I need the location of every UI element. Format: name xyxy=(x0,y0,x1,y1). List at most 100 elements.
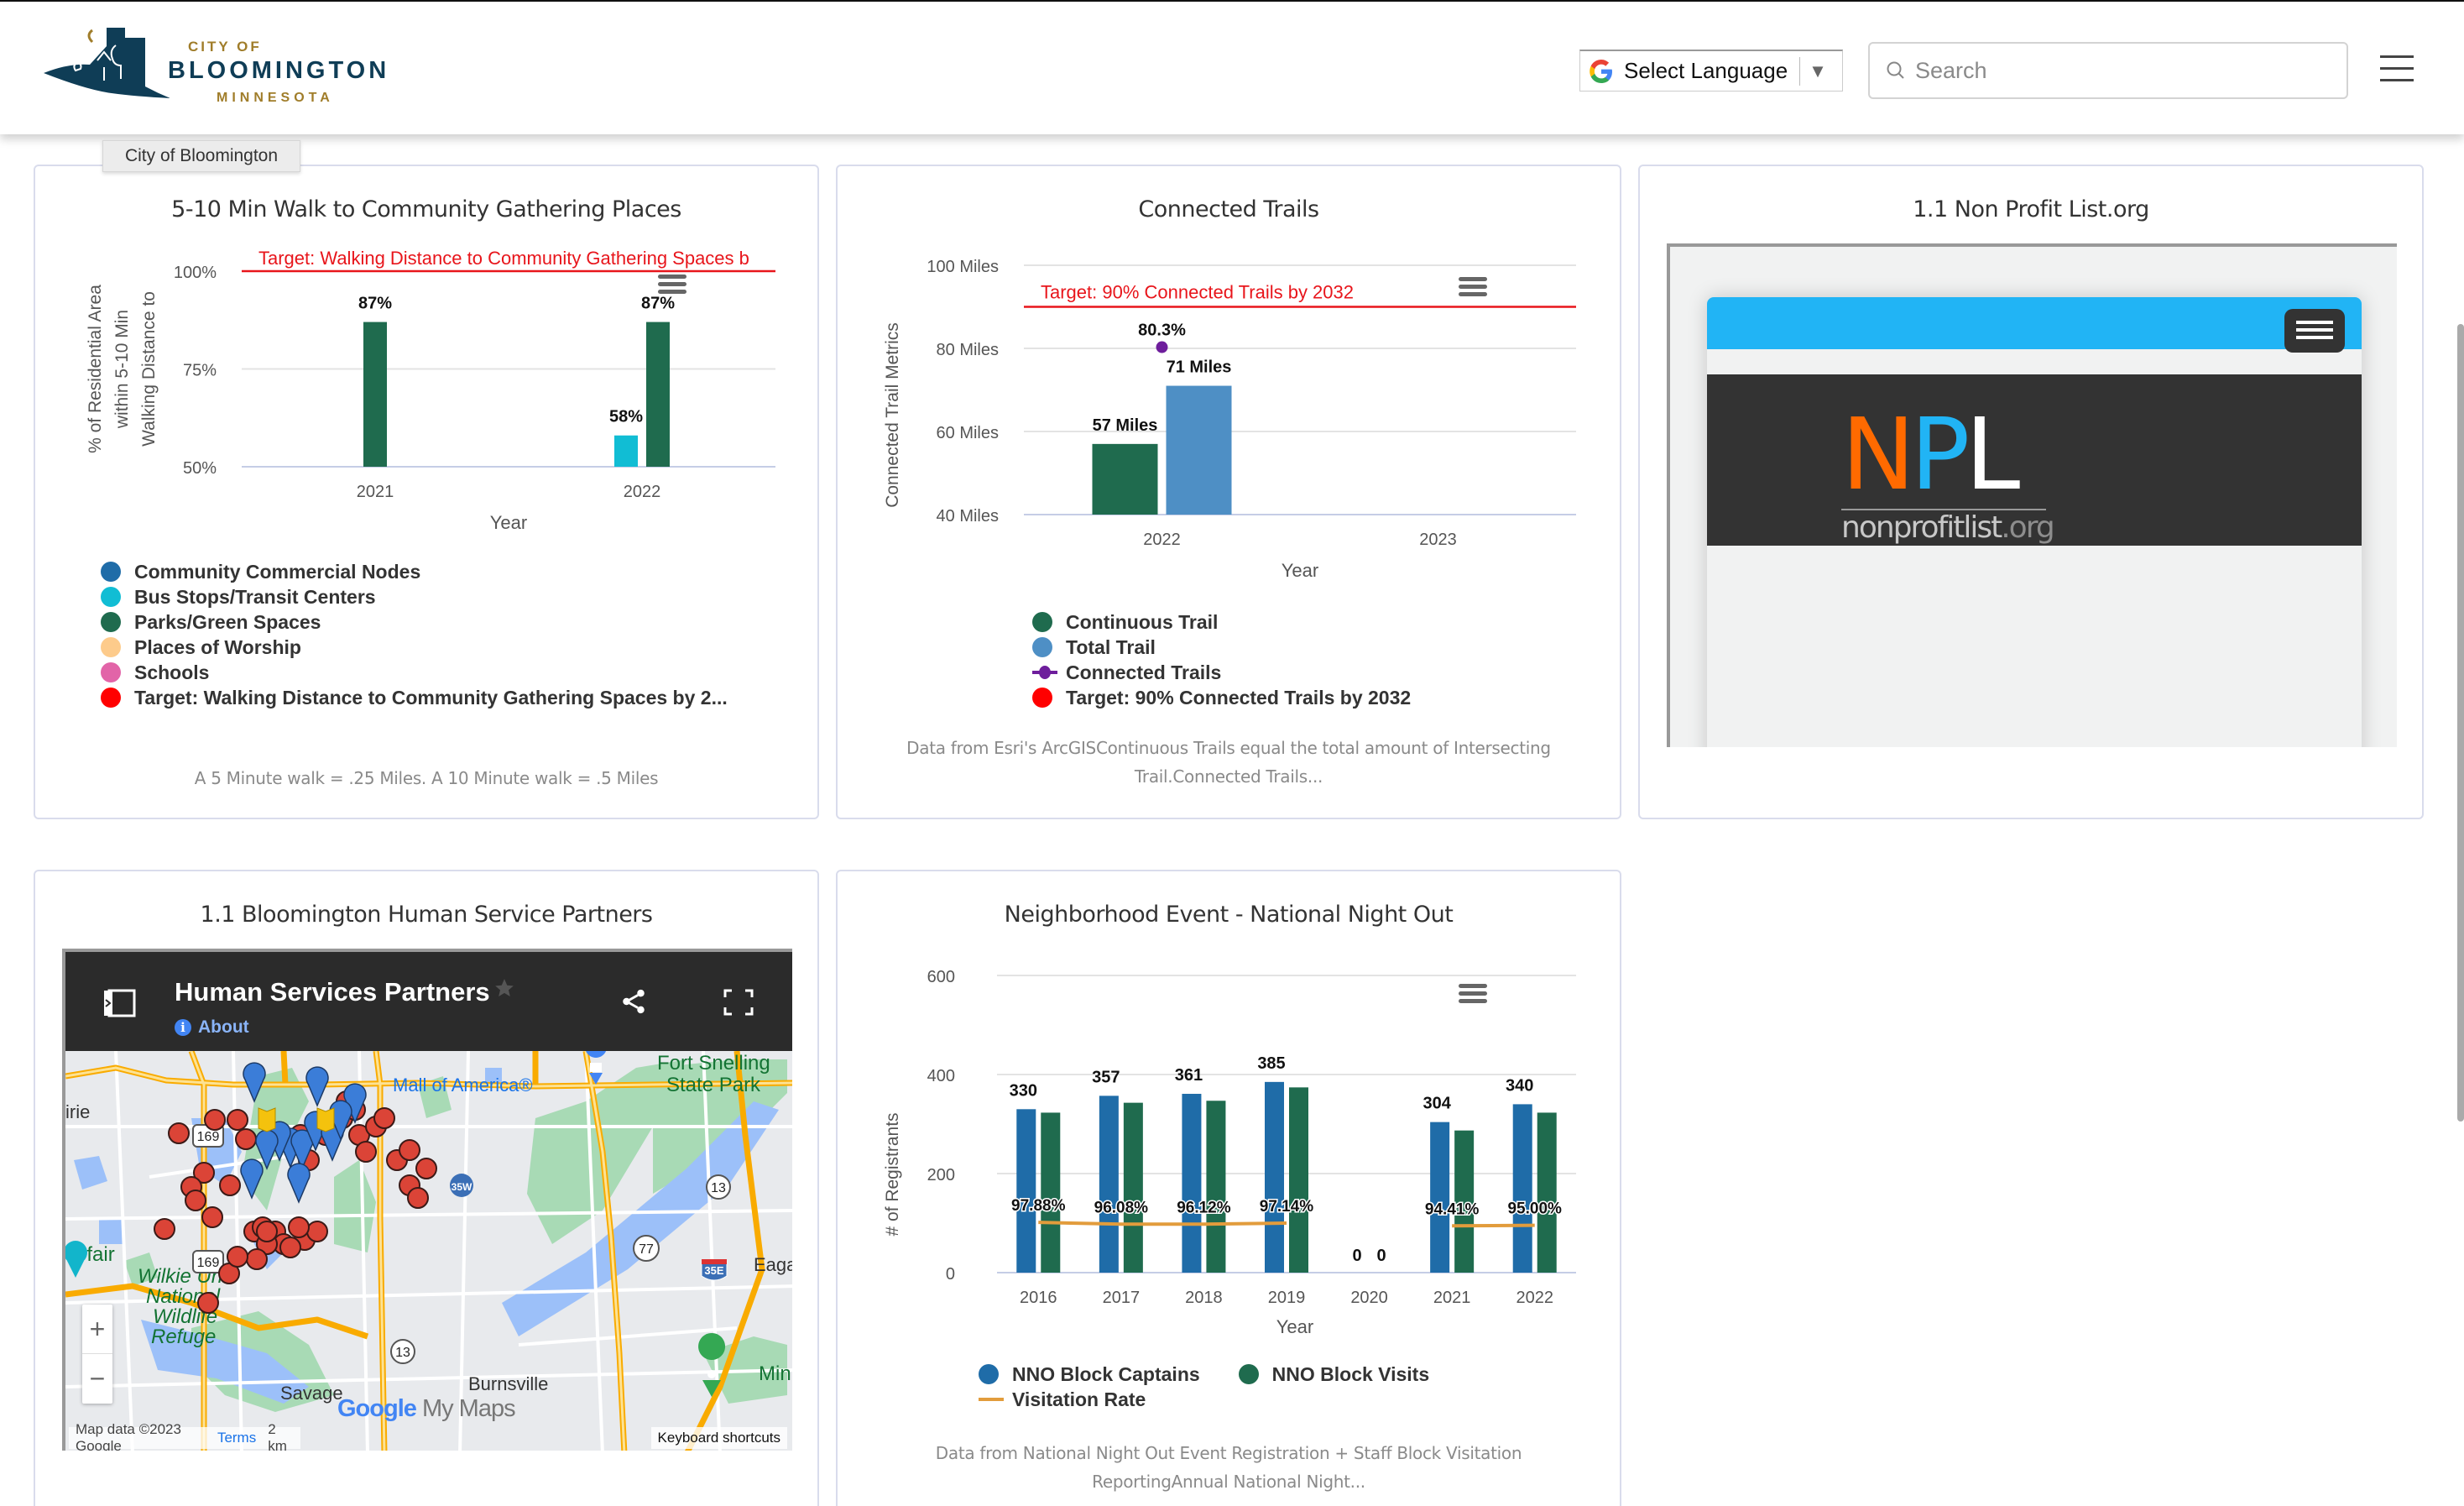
label-minnesota-valley: Minne xyxy=(759,1362,792,1385)
target-label: Target: 90% Connected Trails by 2032 xyxy=(1041,282,1354,303)
fullscreen-icon[interactable] xyxy=(723,989,754,1016)
legend-label: Target: Walking Distance to Community Ga… xyxy=(134,687,728,709)
legend-item[interactable]: Community Commercial Nodes xyxy=(101,559,728,584)
logo-tooltip: City of Bloomington xyxy=(102,140,300,172)
legend-item[interactable]: NNO Block Captains xyxy=(979,1362,1200,1387)
share-icon[interactable] xyxy=(619,987,648,1016)
y-axis-title: # of Registrants xyxy=(883,1112,902,1236)
card-footer-note: Data from National Night Out Event Regis… xyxy=(838,1439,1620,1496)
x-tick-label: 2021 xyxy=(1433,1289,1471,1307)
bar xyxy=(363,322,387,467)
logo-city-of: CITY OF xyxy=(188,39,262,55)
city-skyline-icon xyxy=(44,27,170,111)
language-select-label: Select Language xyxy=(1624,58,1788,84)
legend-item[interactable]: Places of Worship xyxy=(101,635,728,660)
legend-marker-icon xyxy=(979,1364,999,1384)
map-terms-link[interactable]: Terms xyxy=(217,1430,256,1446)
language-select[interactable]: Select Language ▼ xyxy=(1579,50,1843,92)
footer-line-1: Data from Esri's ArcGISContinuous Trails… xyxy=(838,734,1620,762)
y-axis-title: % of Residential Area xyxy=(86,285,105,453)
y-tick-label: 80 Miles xyxy=(937,341,999,359)
x-tick-label: 2023 xyxy=(1419,531,1457,549)
legend-label: Target: 90% Connected Trails by 2032 xyxy=(1066,687,1411,709)
legend-label: Total Trail xyxy=(1066,636,1156,659)
npl-logo[interactable]: NPL nonprofitlist.org xyxy=(1841,405,2054,545)
legend-label: Parks/Green Spaces xyxy=(134,611,321,634)
walk-chart-legend: Community Commercial NodesBus Stops/Tran… xyxy=(101,559,728,710)
page-scrollbar[interactable] xyxy=(2457,324,2464,1122)
map-marker-library-icon xyxy=(317,1108,334,1132)
legend-marker-icon xyxy=(1032,612,1052,632)
bar xyxy=(1124,1103,1143,1273)
y-tick-label: 40 Miles xyxy=(937,507,999,526)
legend-item[interactable]: Continuous Trail xyxy=(1032,609,1411,635)
i35e-shield-icon: 35E xyxy=(702,1259,727,1280)
legend-item[interactable]: Schools xyxy=(101,660,728,685)
city-logo[interactable]: CITY OF BLOOMINGTON MINNESOTA xyxy=(44,27,396,111)
keyboard-shortcuts-link[interactable]: Keyboard shortcuts xyxy=(651,1427,787,1449)
google-my-map-embed[interactable]: Human Services Partners i About xyxy=(62,949,792,1451)
footer-line-2: Trail.Connected Trails... xyxy=(838,762,1620,791)
x-tick-label: 2022 xyxy=(1516,1289,1553,1307)
legend-item[interactable]: Target: Walking Distance to Community Ga… xyxy=(101,685,728,710)
data-point xyxy=(1156,342,1168,353)
legend-item[interactable]: Parks/Green Spaces xyxy=(101,609,728,635)
bar xyxy=(1016,1109,1036,1273)
data-label: 87% xyxy=(358,295,392,313)
map-marker-red xyxy=(408,1188,428,1208)
target-label: Target: Walking Distance to Community Ga… xyxy=(258,248,749,269)
chart-menu-icon[interactable] xyxy=(1459,984,1487,1003)
legend-item[interactable]: Total Trail xyxy=(1032,635,1411,660)
chart-menu-icon[interactable] xyxy=(1459,277,1487,296)
dropdown-arrow-icon: ▼ xyxy=(1809,60,1827,82)
nonprofit-menu-icon[interactable] xyxy=(2284,309,2345,353)
label-fort-snelling: Fort Snelling xyxy=(657,1052,770,1075)
map-zoom-controls: + − xyxy=(82,1305,112,1404)
star-icon[interactable] xyxy=(493,977,515,999)
legend-item[interactable]: Bus Stops/Transit Centers xyxy=(101,584,728,609)
rate-label: 96.12% xyxy=(1177,1199,1231,1216)
x-tick-label: 2022 xyxy=(624,483,661,501)
label-state-park: State Park xyxy=(666,1074,761,1096)
card-connected-trails: Connected Trails 40 Miles60 Miles80 Mile… xyxy=(836,165,1621,819)
svg-text:77: 77 xyxy=(639,1242,654,1257)
card-footer-note: A 5 Minute walk = .25 Miles. A 10 Minute… xyxy=(35,764,817,792)
map-canvas[interactable]: irie Mall of America® Fort Snelling Stat… xyxy=(65,1051,792,1451)
npl-logo-p: P xyxy=(1910,396,1965,512)
legend-item[interactable]: Target: 90% Connected Trails by 2032 xyxy=(1032,685,1411,710)
zoom-out-button[interactable]: − xyxy=(82,1354,112,1403)
chart-menu-icon[interactable] xyxy=(658,275,686,294)
map-data-credit: Map data ©2023 Google xyxy=(76,1421,206,1451)
nonprofit-list-embed[interactable]: NPL nonprofitlist.org xyxy=(1667,243,2397,747)
trails-chart-legend: Continuous TrailTotal TrailConnected Tra… xyxy=(1032,609,1411,710)
svg-text:169: 169 xyxy=(197,1130,220,1144)
legend-item[interactable]: Visitation Rate xyxy=(979,1387,1516,1412)
legend-item[interactable]: NNO Block Visits xyxy=(1239,1362,1429,1387)
npl-domain-name: nonprofitlist xyxy=(1841,510,2001,545)
data-label: 58% xyxy=(609,408,643,426)
bar xyxy=(646,322,670,467)
map-marker-red xyxy=(416,1158,436,1179)
zoom-in-button[interactable]: + xyxy=(82,1305,112,1353)
hamburger-menu-icon[interactable] xyxy=(2380,55,2414,84)
y-tick-label: 200 xyxy=(927,1166,955,1184)
search-input[interactable] xyxy=(1915,58,2318,84)
menu-bar xyxy=(658,282,686,286)
map-about-link[interactable]: i About xyxy=(175,1017,249,1038)
data-label: 330 xyxy=(1010,1081,1037,1100)
legend-marker-icon xyxy=(101,688,121,708)
legend-item[interactable]: Connected Trails xyxy=(1032,660,1411,685)
bar xyxy=(1167,386,1232,515)
map-legend-toggle-icon[interactable] xyxy=(102,989,138,1017)
svg-text:13: 13 xyxy=(711,1181,726,1195)
data-label: 0 xyxy=(1377,1247,1386,1265)
legend-marker-icon xyxy=(101,612,121,632)
my-maps-wordmark: My Maps xyxy=(422,1395,515,1422)
map-title: Human Services Partners xyxy=(175,977,490,1007)
y-tick-label: 75% xyxy=(183,362,217,380)
search-field[interactable] xyxy=(1868,42,2348,99)
map-marker-red xyxy=(247,1249,267,1269)
data-label: 87% xyxy=(641,295,675,313)
legend-marker-icon xyxy=(101,562,121,582)
bar xyxy=(1537,1112,1557,1273)
